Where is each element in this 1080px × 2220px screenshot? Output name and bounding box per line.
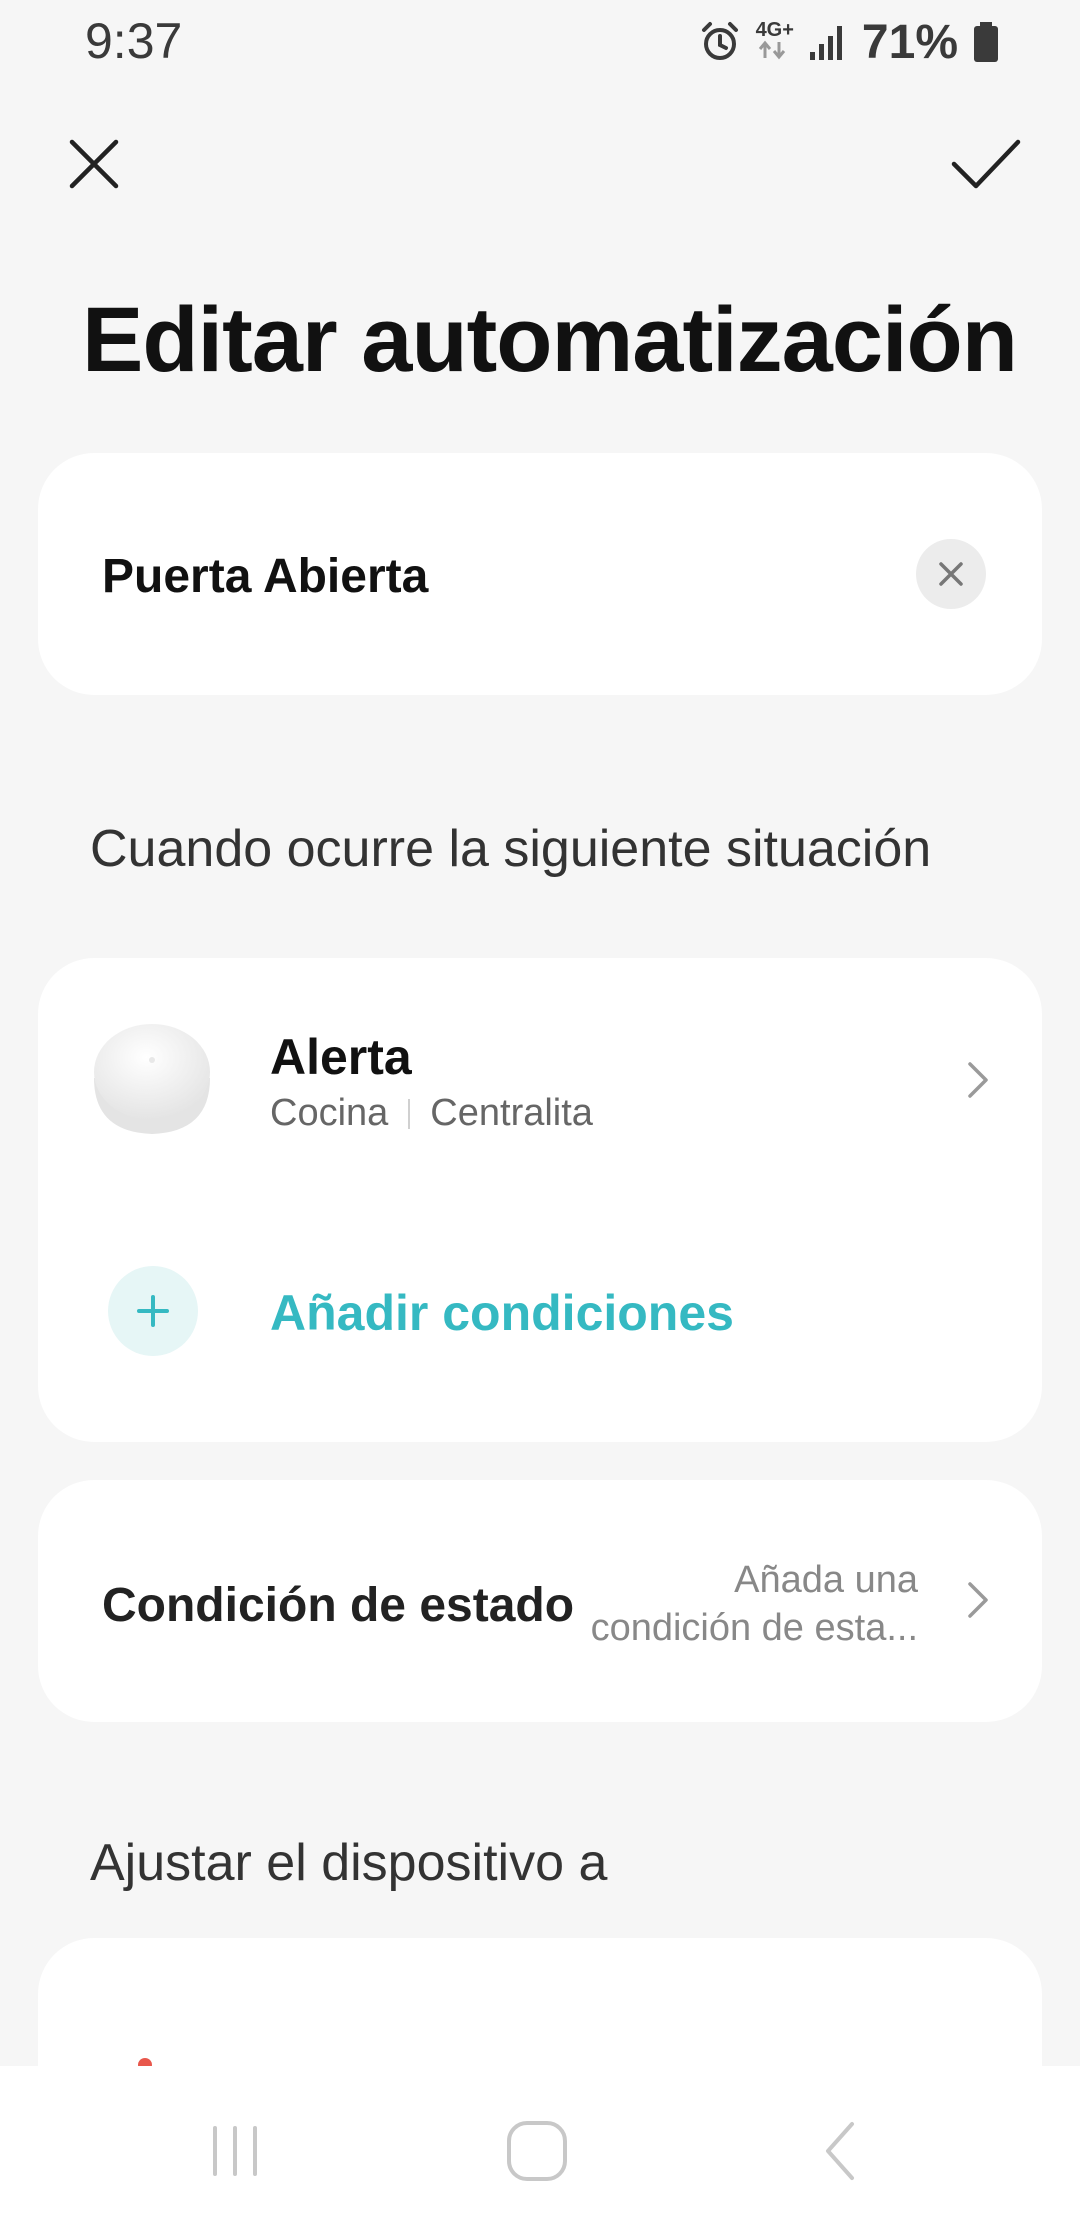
state-condition-row[interactable]: Condición de estado Añada una condición … [38, 1480, 1042, 1722]
clear-name-button[interactable] [916, 539, 986, 609]
confirm-button[interactable] [950, 128, 1022, 200]
network-label: 4G+ [755, 18, 794, 41]
add-conditions-button[interactable]: Añadir condiciones [38, 1256, 1042, 1366]
battery-icon [974, 22, 998, 62]
alarm-icon [701, 22, 738, 60]
navigation-bar [0, 2066, 1080, 2220]
back-icon[interactable] [800, 2116, 880, 2186]
hub-device-icon [94, 1024, 210, 1134]
recents-icon[interactable] [195, 2116, 275, 2186]
chevron-right-icon [968, 1582, 988, 1618]
status-icons: 4G+ 71% [698, 14, 1000, 70]
state-condition-label: Condición de estado [102, 1579, 575, 1632]
plus-icon [137, 1295, 169, 1327]
battery-percentage: 71% [861, 15, 958, 69]
add-conditions-label: Añadir condiciones [270, 1285, 734, 1341]
trigger-device: Centralita [430, 1092, 593, 1134]
separator [408, 1098, 411, 1129]
screen: 9:37 4G+ 71% Editar automatización Puert… [0, 0, 1080, 2220]
data-arrows-icon [758, 40, 785, 59]
state-condition-value-line1: Añada una [734, 1559, 918, 1601]
close-button[interactable] [58, 128, 130, 200]
state-condition-value-line2: condición de esta... [590, 1607, 918, 1649]
check-icon [951, 139, 1021, 189]
trigger-room: Cocina [270, 1092, 389, 1134]
add-circle [108, 1266, 198, 1356]
home-icon[interactable] [497, 2116, 577, 2186]
signal-icon [809, 26, 842, 60]
trigger-subtitle: Cocina Centralita [270, 1092, 593, 1135]
trigger-section-heading: Cuando ocurre la siguiente situación [90, 820, 932, 878]
clear-icon [939, 562, 963, 586]
trigger-item[interactable]: Alerta Cocina Centralita [38, 998, 1042, 1158]
action-section-heading: Ajustar el dispositivo a [90, 1834, 608, 1892]
network-indicator: 4G+ [756, 20, 794, 65]
close-icon [69, 139, 119, 189]
status-time: 9:37 [85, 13, 183, 69]
automation-name-field[interactable]: Puerta Abierta [38, 453, 1042, 695]
trigger-title: Alerta [270, 1029, 412, 1085]
automation-name-value[interactable]: Puerta Abierta [102, 549, 428, 604]
page-title: Editar automatización [82, 289, 1018, 391]
chevron-right-icon [968, 1062, 988, 1098]
trigger-card: Alerta Cocina Centralita Añadir condicio… [38, 958, 1042, 1442]
state-condition-value: Añada una condición de esta... [558, 1556, 918, 1652]
